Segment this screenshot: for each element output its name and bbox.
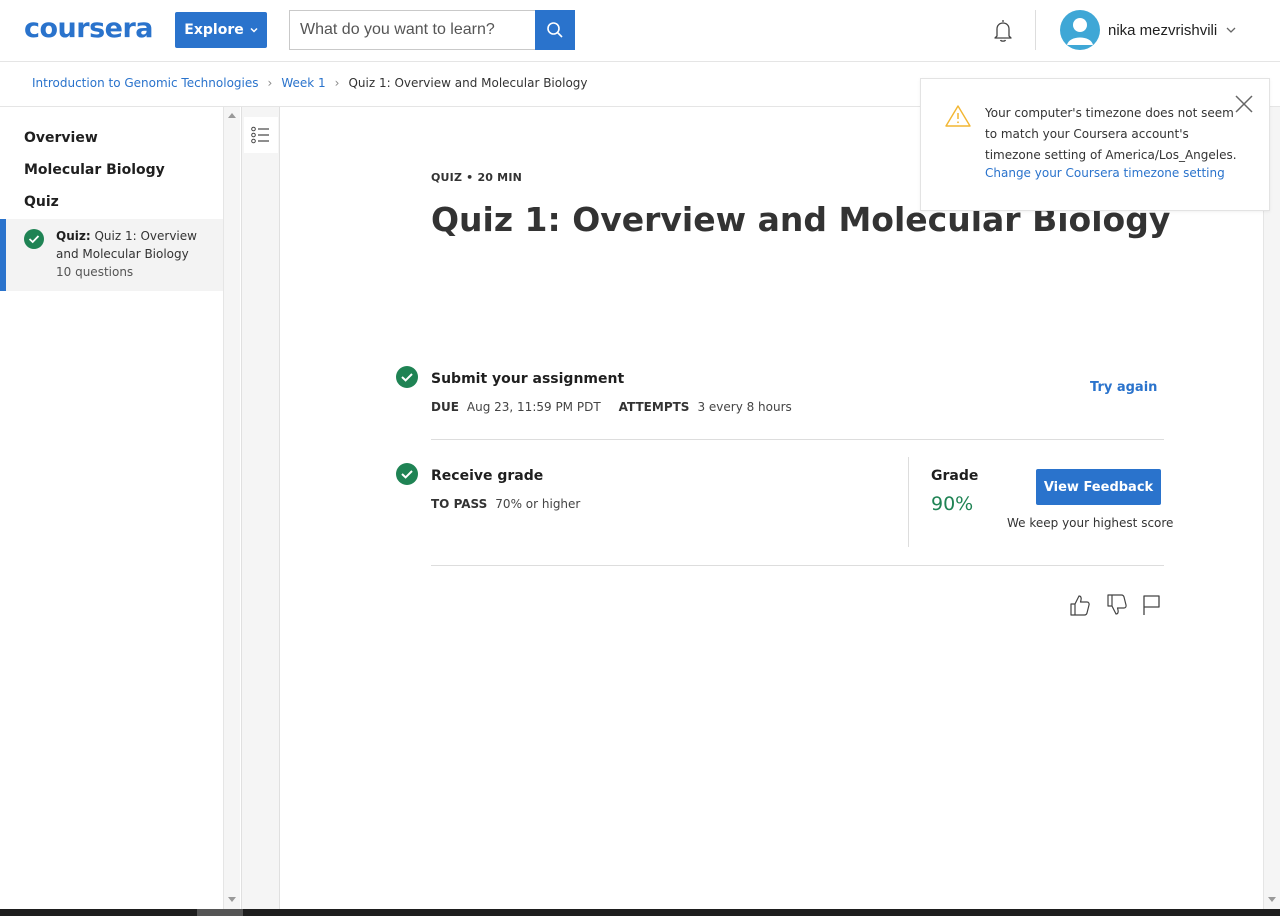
sidebar-item-quiz[interactable]: Quiz	[24, 194, 59, 210]
submit-assignment-title: Submit your assignment	[431, 371, 625, 387]
breadcrumb-current: Quiz 1: Overview and Molecular Biology	[348, 76, 588, 90]
notification-text: Your computer's timezone does not seem t…	[985, 106, 1237, 162]
timezone-notification: Your computer's timezone does not seem t…	[920, 78, 1270, 211]
scroll-down-arrow-icon[interactable]	[228, 897, 236, 902]
try-again-link[interactable]: Try again	[1090, 380, 1157, 395]
divider	[431, 439, 1164, 440]
breadcrumb-week[interactable]: Week 1	[281, 76, 325, 90]
svg-text:coursera: coursera	[24, 14, 152, 44]
check-circle-icon	[396, 463, 418, 485]
breadcrumb: Introduction to Genomic Technologies › W…	[32, 76, 588, 90]
grade-divider	[908, 457, 909, 547]
view-feedback-button[interactable]: View Feedback	[1036, 469, 1161, 505]
chevron-right-icon: ›	[267, 76, 273, 90]
check-circle-icon	[396, 366, 418, 388]
sidebar-item-label: Quiz: Quiz 1: Overview and Molecular Bio…	[56, 229, 197, 261]
search-button[interactable]	[535, 10, 575, 50]
grade-label: Grade	[931, 468, 979, 484]
receive-grade-title: Receive grade	[431, 468, 544, 484]
timezone-setting-link[interactable]: Change your Coursera timezone setting	[985, 166, 1225, 180]
bell-icon[interactable]	[988, 16, 1018, 46]
to-pass-label: TO PASS	[431, 497, 488, 511]
header-divider	[1035, 10, 1036, 50]
sidebar-scrollbar[interactable]	[223, 107, 240, 909]
course-sidebar: Overview Molecular Biology Quiz Quiz: Qu…	[0, 107, 223, 909]
search-bar	[289, 10, 575, 50]
thumbs-down-icon[interactable]	[1105, 593, 1129, 617]
toc-toggle-button[interactable]	[244, 117, 278, 153]
thumbs-up-icon[interactable]	[1068, 593, 1092, 617]
due-value: Aug 23, 11:59 PM PDT	[466, 400, 601, 414]
coursera-logo[interactable]: coursera	[24, 13, 154, 44]
list-icon	[251, 126, 269, 144]
top-header: coursera Explore nika mezvrishvili	[0, 0, 1280, 62]
sidebar-item-subtitle: 10 questions	[56, 265, 134, 279]
chevron-right-icon: ›	[334, 76, 340, 90]
explore-label: Explore	[184, 22, 244, 38]
divider	[431, 565, 1164, 566]
sidebar-item-overview[interactable]: Overview	[24, 130, 98, 146]
sidebar-item-molecular-biology[interactable]: Molecular Biology	[24, 162, 165, 178]
bottom-scrollbar[interactable]	[0, 909, 1280, 916]
quiz-meta: QUIZ • 20 MIN	[431, 171, 523, 184]
due-label: DUE	[431, 400, 459, 414]
scroll-up-arrow-icon[interactable]	[228, 113, 236, 118]
sidebar-item-quiz-1[interactable]: Quiz: Quiz 1: Overview and Molecular Bio…	[0, 219, 223, 291]
flag-icon[interactable]	[1140, 593, 1164, 617]
user-menu[interactable]: nika mezvrishvili	[1060, 10, 1237, 50]
search-input[interactable]	[289, 10, 535, 50]
grade-value: 90%	[931, 493, 974, 515]
attempts-label: ATTEMPTS	[618, 400, 690, 414]
highest-score-note: We keep your highest score	[1007, 516, 1174, 530]
check-circle-icon	[24, 229, 44, 249]
close-icon[interactable]	[1233, 93, 1255, 115]
avatar	[1060, 10, 1100, 50]
main-scrollbar[interactable]	[1263, 107, 1280, 909]
user-name: nika mezvrishvili	[1108, 21, 1218, 39]
bottom-scrollbar-thumb[interactable]	[197, 909, 243, 916]
chevron-down-icon	[250, 27, 258, 33]
explore-button[interactable]: Explore	[175, 12, 267, 48]
scroll-down-arrow-icon[interactable]	[1268, 897, 1276, 902]
search-icon	[547, 22, 563, 38]
warning-icon	[945, 105, 971, 127]
to-pass-value: 70% or higher	[495, 497, 581, 511]
chevron-down-icon	[1226, 27, 1236, 33]
breadcrumb-course[interactable]: Introduction to Genomic Technologies	[32, 76, 259, 90]
submit-details: DUE Aug 23, 11:59 PM PDT ATTEMPTS 3 ever…	[431, 400, 792, 414]
toc-column	[241, 107, 280, 909]
attempts-value: 3 every 8 hours	[697, 400, 792, 414]
pass-details: TO PASS 70% or higher	[431, 497, 580, 511]
